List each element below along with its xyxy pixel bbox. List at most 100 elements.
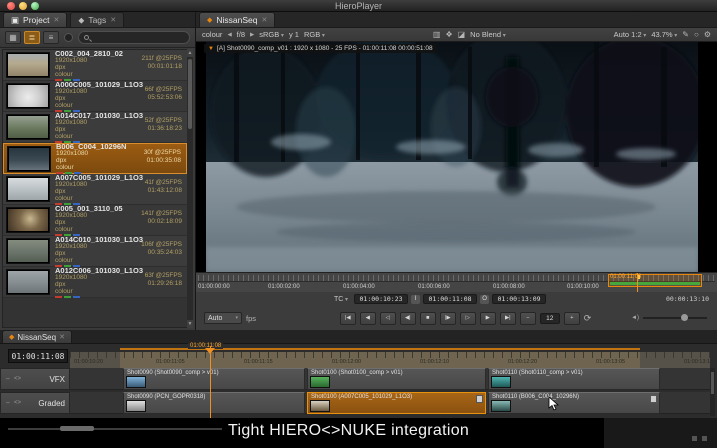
list-item[interactable]: A007C005_101029_L1O3 1920x1080 dpx colou… [3,174,187,205]
timeline-clip-selected[interactable]: Shot0100 (A007C005_101029_L1O3) [307,392,486,414]
tab-viewer-nissanseq[interactable]: ◆ NissanSeq ✕ [199,12,275,27]
track-sync-icon[interactable]: ⇔ [5,400,11,406]
volume-control[interactable]: ◄) [631,315,707,321]
timeline-clip[interactable]: Shot0090 (Shot0090_comp > v01) [123,368,305,390]
tab-timeline-nissanseq[interactable]: ◆ NissanSeq ✕ [2,330,72,343]
timeline-playhead[interactable] [210,346,211,418]
tab-project[interactable]: ▣ Project ✕ [3,12,67,27]
timeline-clip[interactable]: Shot0090 (PCN_GOPR0318) [123,392,305,414]
track-lane-graded[interactable]: Shot0090 (PCN_GOPR0318) Shot0100 (A007C0… [70,392,710,414]
in-point-field[interactable]: 01:00:10:23 [354,294,408,304]
list-item[interactable]: C002_004_2810_02 1920x1080 dpx colour 21… [3,50,187,81]
close-icon[interactable]: ✕ [54,16,60,24]
layers-icon[interactable]: ❖ [445,30,452,39]
scroll-down-icon[interactable]: ▼ [187,320,193,328]
input-select-icon[interactable]: ▼ [208,46,214,52]
volume-slider[interactable] [643,317,707,319]
clip-colorspace: colour [56,164,183,171]
mask-icon[interactable]: ◪ [458,30,466,39]
proxy-dropdown[interactable]: Auto 1:2 [614,30,647,39]
timeline-scrollbar[interactable] [710,368,715,416]
fps-dropdown[interactable]: Auto ▾ [204,312,242,324]
detail-view-button[interactable]: ≡ [43,31,59,44]
viewer-tab-label: NissanSeq [216,15,257,25]
close-icon[interactable]: ✕ [110,16,116,24]
gain-up-icon[interactable]: ▶ [250,32,254,38]
blend-dropdown[interactable]: No Blend [470,30,506,39]
soft-effect-badge[interactable] [476,395,483,403]
current-tc-field[interactable]: 01:00:11:08 [423,294,477,304]
timeline-clip[interactable]: Shot0110 (B006_C004_10296N) [488,392,660,414]
zoom-in-button[interactable] [702,436,707,441]
list-item[interactable]: A000C005_101029_L1O3 1920x1080 dpx colou… [3,81,187,112]
soft-effect-badge[interactable] [650,395,657,403]
track-header-graded[interactable]: ⇔ <> Graded [0,392,70,414]
gain-value[interactable]: f/8 [237,30,245,39]
timeline-current-tc[interactable]: 01:00:11:08 [8,349,68,363]
timeline-ruler[interactable]: 01:00:10:20 01:00:11:05 01:00:11:15 01:0… [70,352,710,368]
loop-icon[interactable]: ⟳ [584,313,592,324]
list-item[interactable]: C005_001_3110_05 1920x1080 dpx colour 14… [3,205,187,236]
go-to-end-button[interactable]: ▶| [500,312,516,325]
timeline-clip[interactable]: Shot0100 (Shot0100_comp > v01) [307,368,486,390]
clip-list-scrollbar[interactable]: ▲ ▼ [187,49,193,328]
zoom-out-button[interactable] [692,436,697,441]
out-point-field[interactable]: 01:00:13:09 [492,294,546,304]
step-back-button[interactable]: ◁ [380,312,396,325]
step-forward-button[interactable]: ▷ [460,312,476,325]
list-item[interactable]: A014C010_101030_L1O3 1920x1080 dpx colou… [3,236,187,267]
tab-tags[interactable]: ⬥ Tags ✕ [70,12,124,27]
list-view-button[interactable]: ≣ [24,31,40,44]
stop-button[interactable]: ■ [420,312,436,325]
gamma-value[interactable]: y 1 [289,30,299,39]
decrement-button[interactable]: − [520,312,536,325]
gain-down-icon[interactable]: ◀ [227,32,231,38]
go-to-start-button[interactable]: |◀ [340,312,356,325]
frame-increment-field[interactable]: 12 [540,313,560,324]
channels-dropdown[interactable]: RGB [304,30,325,39]
viewer-scrubber[interactable]: 01:00:00:00 01:00:02:00 01:00:04:00 01:0… [196,272,717,292]
zoom-level-dropdown[interactable]: 43.7% [651,30,677,39]
roi-icon[interactable]: ○ [694,30,699,39]
out-badge[interactable]: O [480,295,489,304]
viewer-viewport[interactable]: ▼ [A] Shot0090_comp_v01 : 1920 x 1080 - … [196,42,717,272]
play-forward-button[interactable]: ▶ [480,312,496,325]
mouse-cursor [548,396,559,411]
filter-dropdown[interactable] [64,33,73,42]
gear-icon[interactable]: ⚙ [704,30,711,39]
grid-view-button[interactable]: ▦ [5,31,21,44]
channel-chips [55,296,184,298]
increment-button[interactable]: + [564,312,580,325]
close-icon[interactable]: ✕ [59,333,65,341]
histogram-icon[interactable]: ▥ [433,30,441,39]
clip-framecount: 52f @25FPS [145,117,182,125]
list-item[interactable]: A014C017_101030_L1O3 1920x1080 dpx colou… [3,112,187,143]
track-output-icon[interactable]: <> [14,400,21,406]
clip-thumbnail [6,176,50,202]
timeline-zoom-slider[interactable] [8,428,222,430]
next-frame-button[interactable]: |▶ [440,312,456,325]
clip-timecode: 00:02:18:09 [141,218,182,226]
clip-timecode: 01:36:18:23 [145,125,182,133]
speaker-icon: ◄) [631,315,639,321]
list-item-selected[interactable]: B006_C004_10296N 1920x1080 dpx colour 30… [3,143,187,174]
timeline-clip[interactable]: Shot0110 (Shot0110_comp > v01) [488,368,660,390]
close-icon[interactable]: ✕ [262,16,268,24]
clip-thumbnail [491,400,511,412]
viewer-toolbar: colour ◀ f/8 ▶ sRGB y 1 RGB ▥ ❖ ◪ No Ble… [196,28,717,42]
search-input[interactable] [78,31,190,44]
list-item[interactable]: A012C006_101030_L1O3 1920x1080 dpx colou… [3,267,187,298]
tc-mode-dropdown[interactable]: TC [334,296,348,303]
annotate-icon[interactable]: ✎ [682,30,689,39]
clip-timecode: 01:00:35:08 [144,157,181,165]
scroll-up-icon[interactable]: ▲ [187,49,193,57]
play-backward-button[interactable]: ◀ [360,312,376,325]
track-sync-icon[interactable]: ⇔ [5,376,11,382]
track-header-vfx[interactable]: ⇔ <> VFX [0,368,70,390]
track-output-icon[interactable]: <> [14,376,21,382]
in-badge[interactable]: I [411,295,420,304]
lut-dropdown[interactable]: sRGB [259,30,284,39]
prev-frame-button[interactable]: ◀| [400,312,416,325]
track-lane-vfx[interactable]: Shot0090 (Shot0090_comp > v01) Shot0100 … [70,368,710,390]
viewer-info-text: [A] Shot0090_comp_v01 : 1920 x 1080 - 25… [217,45,433,52]
